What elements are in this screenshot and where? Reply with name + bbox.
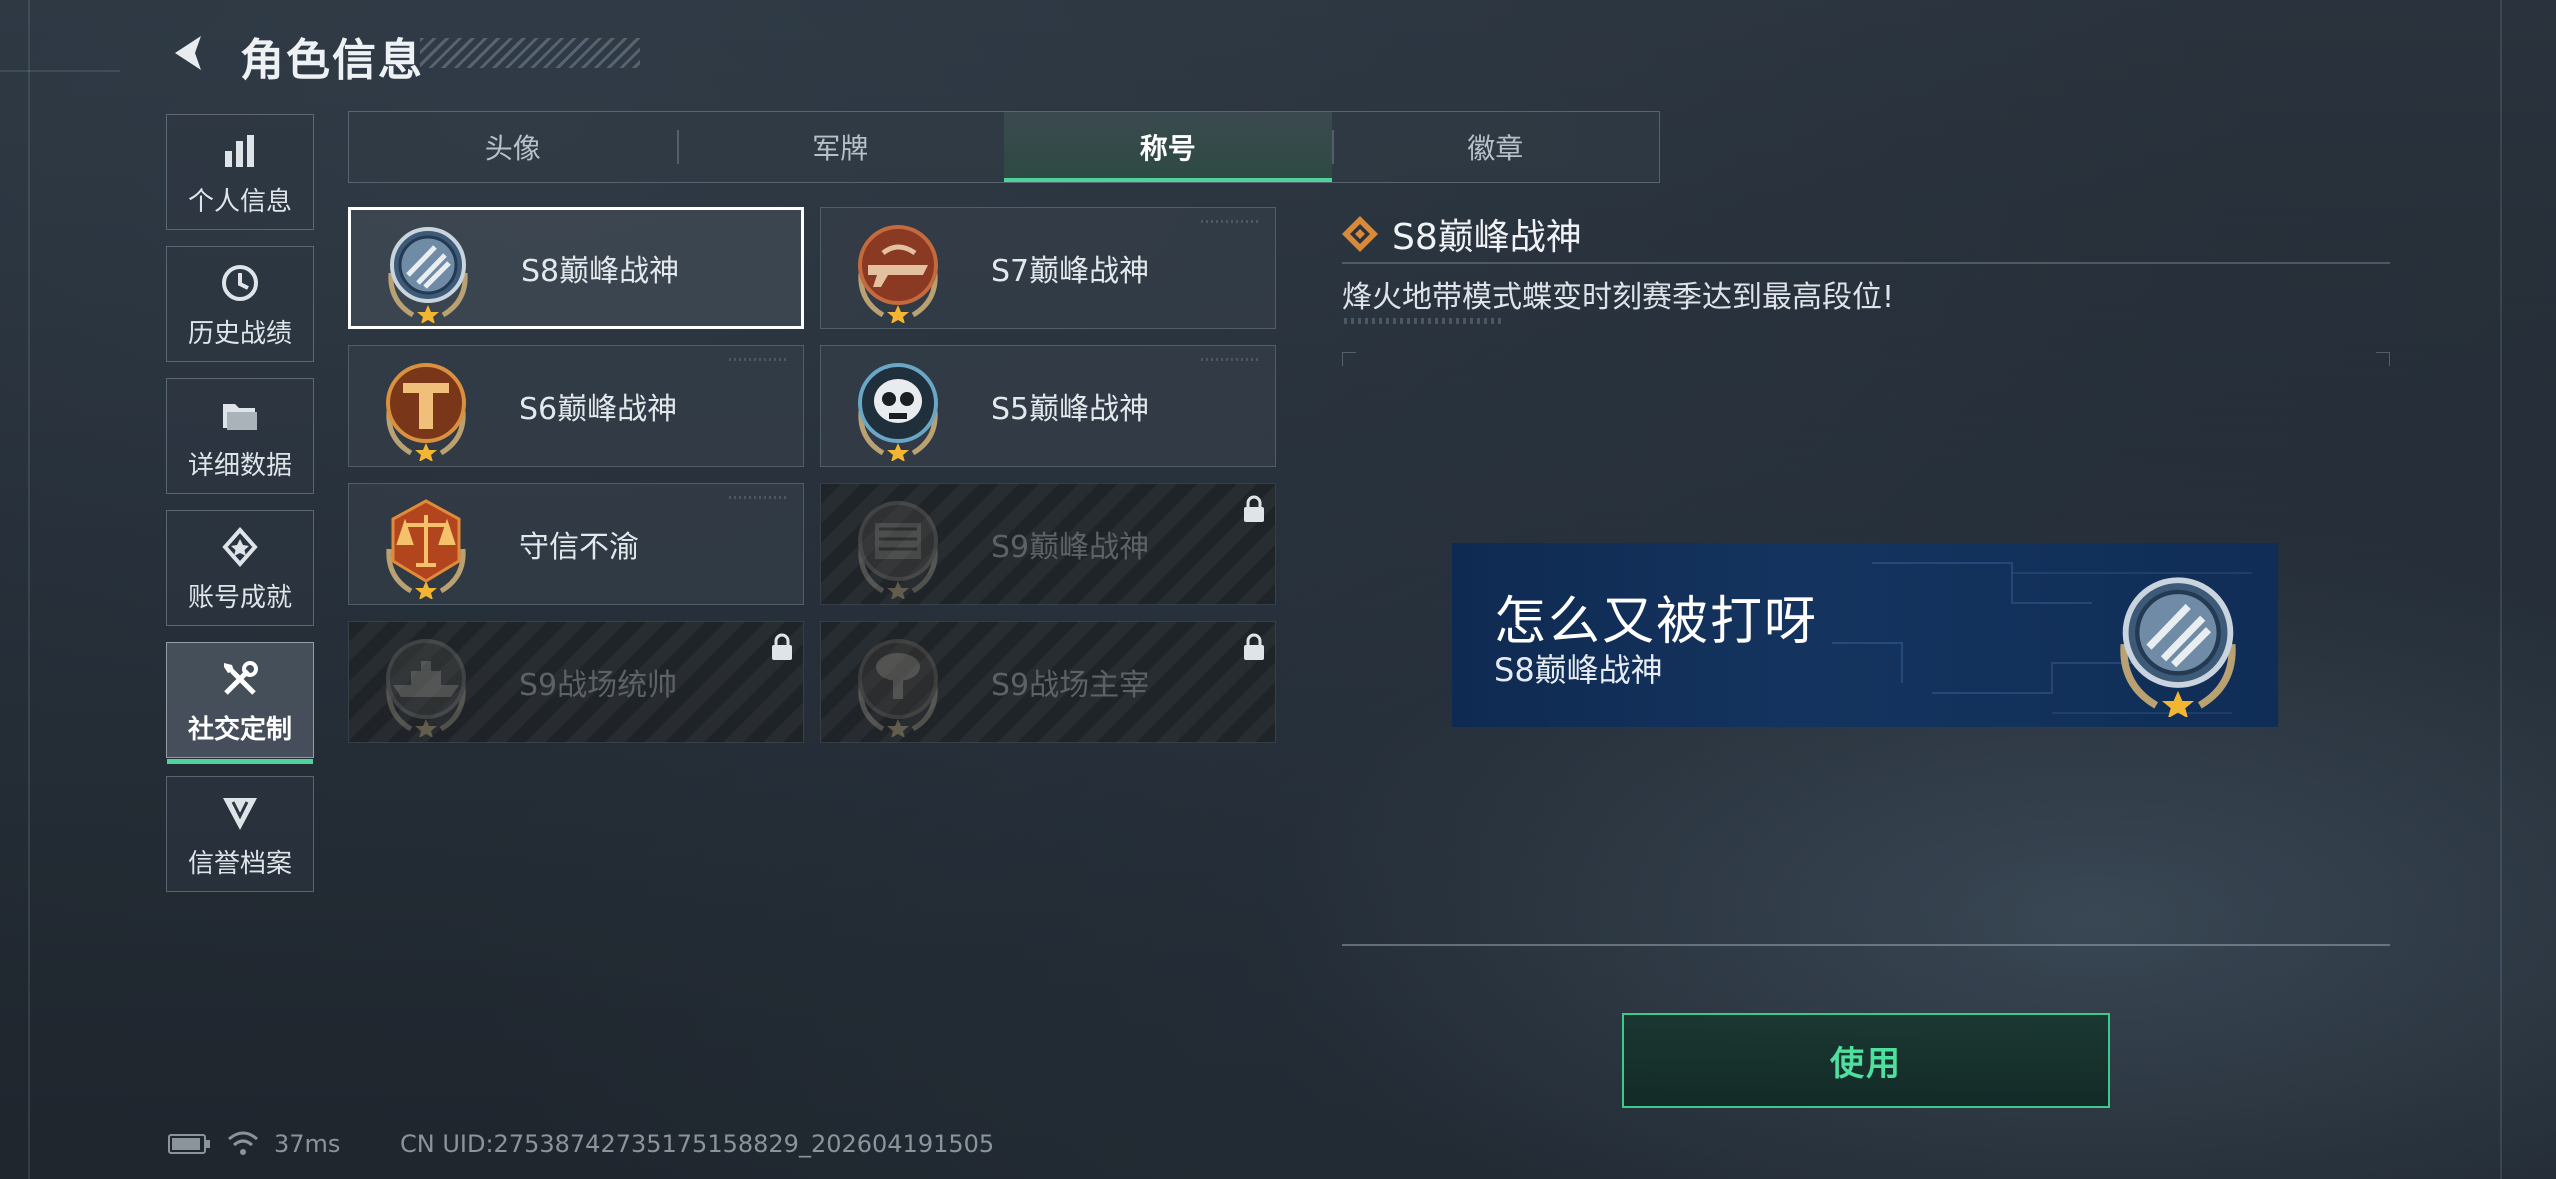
tab-dog-tag[interactable]: 军牌 xyxy=(676,112,1005,182)
page-title: 角色信息 xyxy=(240,35,424,86)
title-decoration xyxy=(420,38,640,68)
nav-label: 历史战绩 xyxy=(187,318,292,349)
bar-chart-icon xyxy=(216,127,264,175)
card-decoration xyxy=(1201,220,1261,223)
diamond-icon xyxy=(1342,216,1378,252)
card-decoration xyxy=(729,496,789,499)
s6-badge-icon xyxy=(386,363,466,461)
uid-readout: CN UID:27538742735175158829_202604191505 xyxy=(400,1130,995,1158)
s8-badge-icon xyxy=(373,227,483,323)
card-decoration xyxy=(1201,358,1261,361)
divider xyxy=(1342,262,2390,264)
lock-icon xyxy=(1244,633,1264,660)
back-arrow-icon xyxy=(175,36,201,70)
card-label: S6巅峰战神 xyxy=(519,392,678,427)
lock-icon xyxy=(1244,495,1264,522)
preview-title-text: S8巅峰战神 xyxy=(1494,651,1663,689)
detail-description: 烽火地带模式蝶变时刻赛季达到最高段位! xyxy=(1342,280,1895,315)
card-label: S5巅峰战神 xyxy=(991,392,1150,427)
detail-title-text: S8巅峰战神 xyxy=(1392,217,1582,258)
preview-player-name: 怎么又被打呀 xyxy=(1494,592,1819,652)
card-label: S7巅峰战神 xyxy=(991,254,1150,289)
warship-badge-icon xyxy=(386,639,466,737)
title-card-s5[interactable]: S5巅峰战神 xyxy=(820,345,1276,467)
nav-label: 社交定制 xyxy=(187,714,292,745)
tab-label: 称号 xyxy=(1139,132,1196,165)
tab-label: 头像 xyxy=(484,132,541,165)
title-card-s9-commander[interactable]: S9战场统帅 xyxy=(348,621,804,743)
ping-readout: 37ms xyxy=(274,1130,341,1158)
achievement-icon xyxy=(216,523,264,571)
nav-item-social-custom[interactable]: 社交定制 xyxy=(166,642,314,764)
tab-label: 徽章 xyxy=(1467,132,1524,165)
card-label: S9战场主宰 xyxy=(991,668,1150,703)
credit-shield-icon xyxy=(216,789,264,837)
title-card-s9-dominator[interactable]: S9战场主宰 xyxy=(820,621,1276,743)
s9-badge-icon xyxy=(858,501,938,599)
title-card-s9[interactable]: S9巅峰战神 xyxy=(820,483,1276,605)
card-label: S8巅峰战神 xyxy=(521,254,680,289)
title-card-s8[interactable]: S8巅峰战神 xyxy=(348,207,804,329)
card-label: S9战场统帅 xyxy=(519,668,678,703)
nav-label: 账号成就 xyxy=(187,582,292,613)
nav-item-personal-info[interactable]: 个人信息 xyxy=(166,114,314,230)
nav-item-credit[interactable]: 信誉档案 xyxy=(166,776,314,892)
tab-avatar[interactable]: 头像 xyxy=(349,112,677,182)
detail-title: S8巅峰战神 xyxy=(1340,208,1582,260)
nav-item-history[interactable]: 历史战绩 xyxy=(166,246,314,362)
back-button[interactable] xyxy=(165,28,215,78)
nav-item-detail-data[interactable]: 详细数据 xyxy=(166,378,314,494)
nav-label: 个人信息 xyxy=(187,186,292,217)
card-label: 守信不渝 xyxy=(519,530,639,565)
bg-grid-line xyxy=(0,70,120,72)
s7-badge-icon xyxy=(858,225,938,323)
title-preview-banner: 怎么又被打呀 S8巅峰战神 xyxy=(1452,543,2278,727)
title-card-s7[interactable]: S7巅峰战神 xyxy=(820,207,1276,329)
tools-icon xyxy=(216,655,264,703)
title-card-faithful[interactable]: 守信不渝 xyxy=(348,483,804,605)
explosion-badge-icon xyxy=(858,639,938,737)
divider xyxy=(1342,944,2390,946)
lock-icon xyxy=(772,633,792,660)
bg-grid-line xyxy=(28,0,30,1179)
s5-badge-icon xyxy=(858,363,938,461)
card-decoration xyxy=(729,358,789,361)
bg-grid-line xyxy=(2500,0,2502,1179)
title-card-s6[interactable]: S6巅峰战神 xyxy=(348,345,804,467)
clock-history-icon xyxy=(216,259,264,307)
folder-icon xyxy=(216,391,264,439)
use-button[interactable]: 使用 xyxy=(1622,1013,2110,1108)
nav-label: 信誉档案 xyxy=(187,848,292,879)
tab-badge[interactable]: 徽章 xyxy=(1331,112,1660,182)
tab-bar: 头像 军牌 称号 徽章 xyxy=(348,111,1660,183)
tab-title[interactable]: 称号 xyxy=(1004,112,1332,182)
s8-badge-icon xyxy=(2098,577,2258,717)
scales-badge-icon xyxy=(371,499,481,599)
card-label: S9巅峰战神 xyxy=(991,530,1150,565)
tab-label: 军牌 xyxy=(812,132,869,165)
description-decoration xyxy=(1344,318,1504,324)
battery-icon xyxy=(168,1134,210,1154)
nav-label: 详细数据 xyxy=(187,450,292,481)
wifi-icon xyxy=(228,1131,258,1155)
nav-active-indicator xyxy=(167,759,313,764)
nav-item-achievements[interactable]: 账号成就 xyxy=(166,510,314,626)
